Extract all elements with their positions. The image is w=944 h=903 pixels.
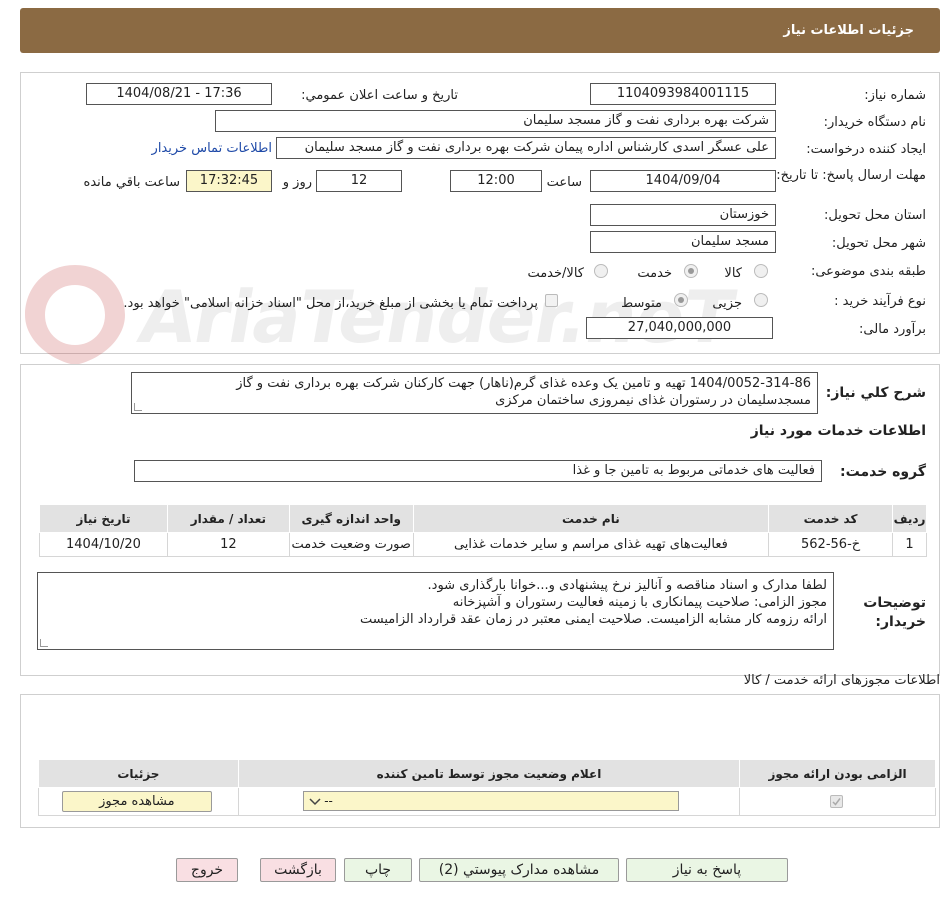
resize-grip-icon[interactable]	[40, 639, 48, 647]
province-field: خوزستان	[590, 204, 776, 226]
treasury-checkbox[interactable]	[545, 294, 558, 307]
col-unit: واحد اندازه گیری	[288, 504, 414, 533]
cell-quantity: 12	[166, 532, 290, 557]
process-radio-minor[interactable]	[754, 293, 768, 307]
view-permit-button[interactable]: مشاهده مجوز	[61, 791, 212, 812]
description-line-1: 1404/0052-314-86 تهیه و تامین یک وعده غذ…	[236, 376, 811, 391]
permits-table: الزامی بودن ارائه مجوز اعلام وضعیت مجوز …	[38, 759, 936, 816]
permits-table-header: الزامی بودن ارائه مجوز اعلام وضعیت مجوز …	[38, 759, 936, 788]
buyer-notes-field: لطفا مدارک و اسناد مناقصه و آنالیز نرخ پ…	[37, 572, 834, 650]
days-label: روز و	[282, 175, 312, 190]
buyer-notes-line-2: مجوز الزامی: صلاحیت پیمانکاری با زمینه ف…	[452, 595, 827, 610]
contact-buyer-link[interactable]: اطلاعات تماس خريدار	[152, 141, 272, 156]
creator-field: علی عسگر اسدی کارشناس اداره پیمان شرکت ب…	[276, 137, 776, 159]
services-title: اطلاعات خدمات مورد نیاز	[750, 423, 926, 439]
col-service-name: نام خدمت	[412, 504, 770, 533]
permit-required-checkbox	[830, 795, 843, 808]
cell-unit: صورت وضعیت خدمت	[288, 532, 414, 557]
buyer-notes-line-3: ارائه رزومه کار مشابه الزامیست. صلاحیت ا…	[359, 612, 827, 627]
category-both-label: کالا/خدمت	[527, 266, 584, 281]
col-permit-details: جزئیات	[38, 759, 239, 788]
description-label: شرح کلي نياز:	[825, 385, 926, 401]
creator-label: ایجاد کننده درخواست:	[806, 142, 926, 157]
page-title: جزئیات اطلاعات نیاز	[783, 23, 914, 38]
print-button[interactable]: چاپ	[344, 858, 412, 882]
resize-grip-icon[interactable]	[134, 403, 142, 411]
cell-permit-required	[739, 787, 936, 816]
buyer-org-label: نام دستگاه خريدار:	[823, 115, 926, 130]
category-radio-both[interactable]	[594, 264, 608, 278]
cell-permit-details: مشاهده مجوز	[38, 787, 239, 816]
category-label: طبقه بندی موضوعی:	[810, 264, 926, 279]
process-minor-label: جزیی	[712, 296, 742, 311]
cell-row-number: 1	[892, 532, 927, 557]
attachments-button[interactable]: مشاهده مدارک پیوستي (2)	[419, 858, 619, 882]
cell-service-name: فعالیت‌های تهیه غذای مراسم و سایر خدمات …	[412, 532, 770, 557]
category-service-label: خدمت	[637, 266, 672, 281]
check-icon	[832, 798, 841, 806]
category-goods-label: کالا	[724, 266, 742, 281]
process-label: نوع فرآیند خرید :	[834, 294, 926, 309]
deadline-label: مهلت ارسال پاسخ: تا تاریخ:	[776, 168, 926, 183]
col-row-number: ردیف	[892, 504, 927, 533]
reply-button[interactable]: پاسخ به نیاز	[626, 858, 788, 882]
permit-status-value: --	[324, 794, 333, 808]
deadline-time-field: 12:00	[450, 170, 542, 192]
city-label: شهر محل تحویل:	[831, 236, 926, 251]
need-number-label: شماره نیاز:	[864, 88, 926, 103]
announce-field: 1404/08/21 - 17:36	[86, 83, 272, 105]
services-table: ردیف کد خدمت نام خدمت واحد اندازه گیری ت…	[39, 504, 927, 557]
chevron-down-icon	[309, 798, 321, 806]
process-radio-medium[interactable]	[674, 293, 688, 307]
process-medium-label: متوسط	[621, 296, 662, 311]
col-permit-required: الزامی بودن ارائه مجوز	[739, 759, 936, 788]
col-need-date: تاریخ نیاز	[39, 504, 168, 533]
description-field: 1404/0052-314-86 تهیه و تامین یک وعده غذ…	[131, 372, 818, 414]
cell-service-code: خ-56-562	[768, 532, 894, 557]
deadline-time-label: ساعت	[546, 175, 582, 190]
city-field: مسجد سلیمان	[590, 231, 776, 253]
exit-button[interactable]: خروج	[176, 858, 238, 882]
cell-need-date: 1404/10/20	[39, 532, 168, 557]
buyer-notes-line-1: لطفا مدارک و اسناد مناقصه و آنالیز نرخ پ…	[427, 578, 827, 593]
table-row: 1 خ-56-562 فعالیت‌های تهیه غذای مراسم و …	[39, 532, 927, 557]
budget-field: 27,040,000,000	[586, 317, 773, 339]
days-field: 12	[316, 170, 402, 192]
service-group-label: گروه خدمت:	[840, 464, 926, 480]
category-radio-goods[interactable]	[754, 264, 768, 278]
buyer-notes-label: توضیحات خریدار:	[863, 595, 926, 630]
page-header: جزئیات اطلاعات نیاز	[20, 8, 940, 53]
announce-label: تاریخ و ساعت اعلان عمومي:	[301, 88, 458, 103]
cell-permit-status: --	[237, 787, 741, 816]
remaining-time-field: 17:32:45	[186, 170, 272, 192]
remaining-label: ساعت باقي مانده	[83, 175, 180, 190]
permits-title: اطلاعات مجوزهای ارائه خدمت / کالا	[743, 673, 940, 688]
need-number-field: 1104093984001115	[590, 83, 776, 105]
province-label: استان محل تحویل:	[824, 208, 926, 223]
buyer-org-field: شرکت بهره برداری نفت و گاز مسجد سلیمان	[215, 110, 776, 132]
deadline-date-field: 1404/09/04	[590, 170, 776, 192]
services-table-header: ردیف کد خدمت نام خدمت واحد اندازه گیری ت…	[39, 504, 927, 533]
payment-note: پرداخت تمام یا بخشی از مبلغ خرید،از محل …	[123, 296, 538, 311]
col-service-code: کد خدمت	[768, 504, 894, 533]
budget-label: برآورد مالی:	[859, 322, 926, 337]
col-permit-status: اعلام وضعیت مجوز توسط تامین کننده	[237, 759, 741, 788]
col-quantity: تعداد / مقدار	[166, 504, 290, 533]
table-row: -- مشاهده مجوز	[38, 787, 936, 816]
back-button[interactable]: بازگشت	[260, 858, 336, 882]
permit-status-select[interactable]: --	[303, 791, 680, 811]
category-radio-service[interactable]	[684, 264, 698, 278]
description-line-2: مسجدسلیمان در رستوران غذای نیمروزی ساختم…	[495, 393, 811, 408]
service-group-field: فعالیت های خدماتی مربوط به تامین جا و غذ…	[134, 460, 822, 482]
